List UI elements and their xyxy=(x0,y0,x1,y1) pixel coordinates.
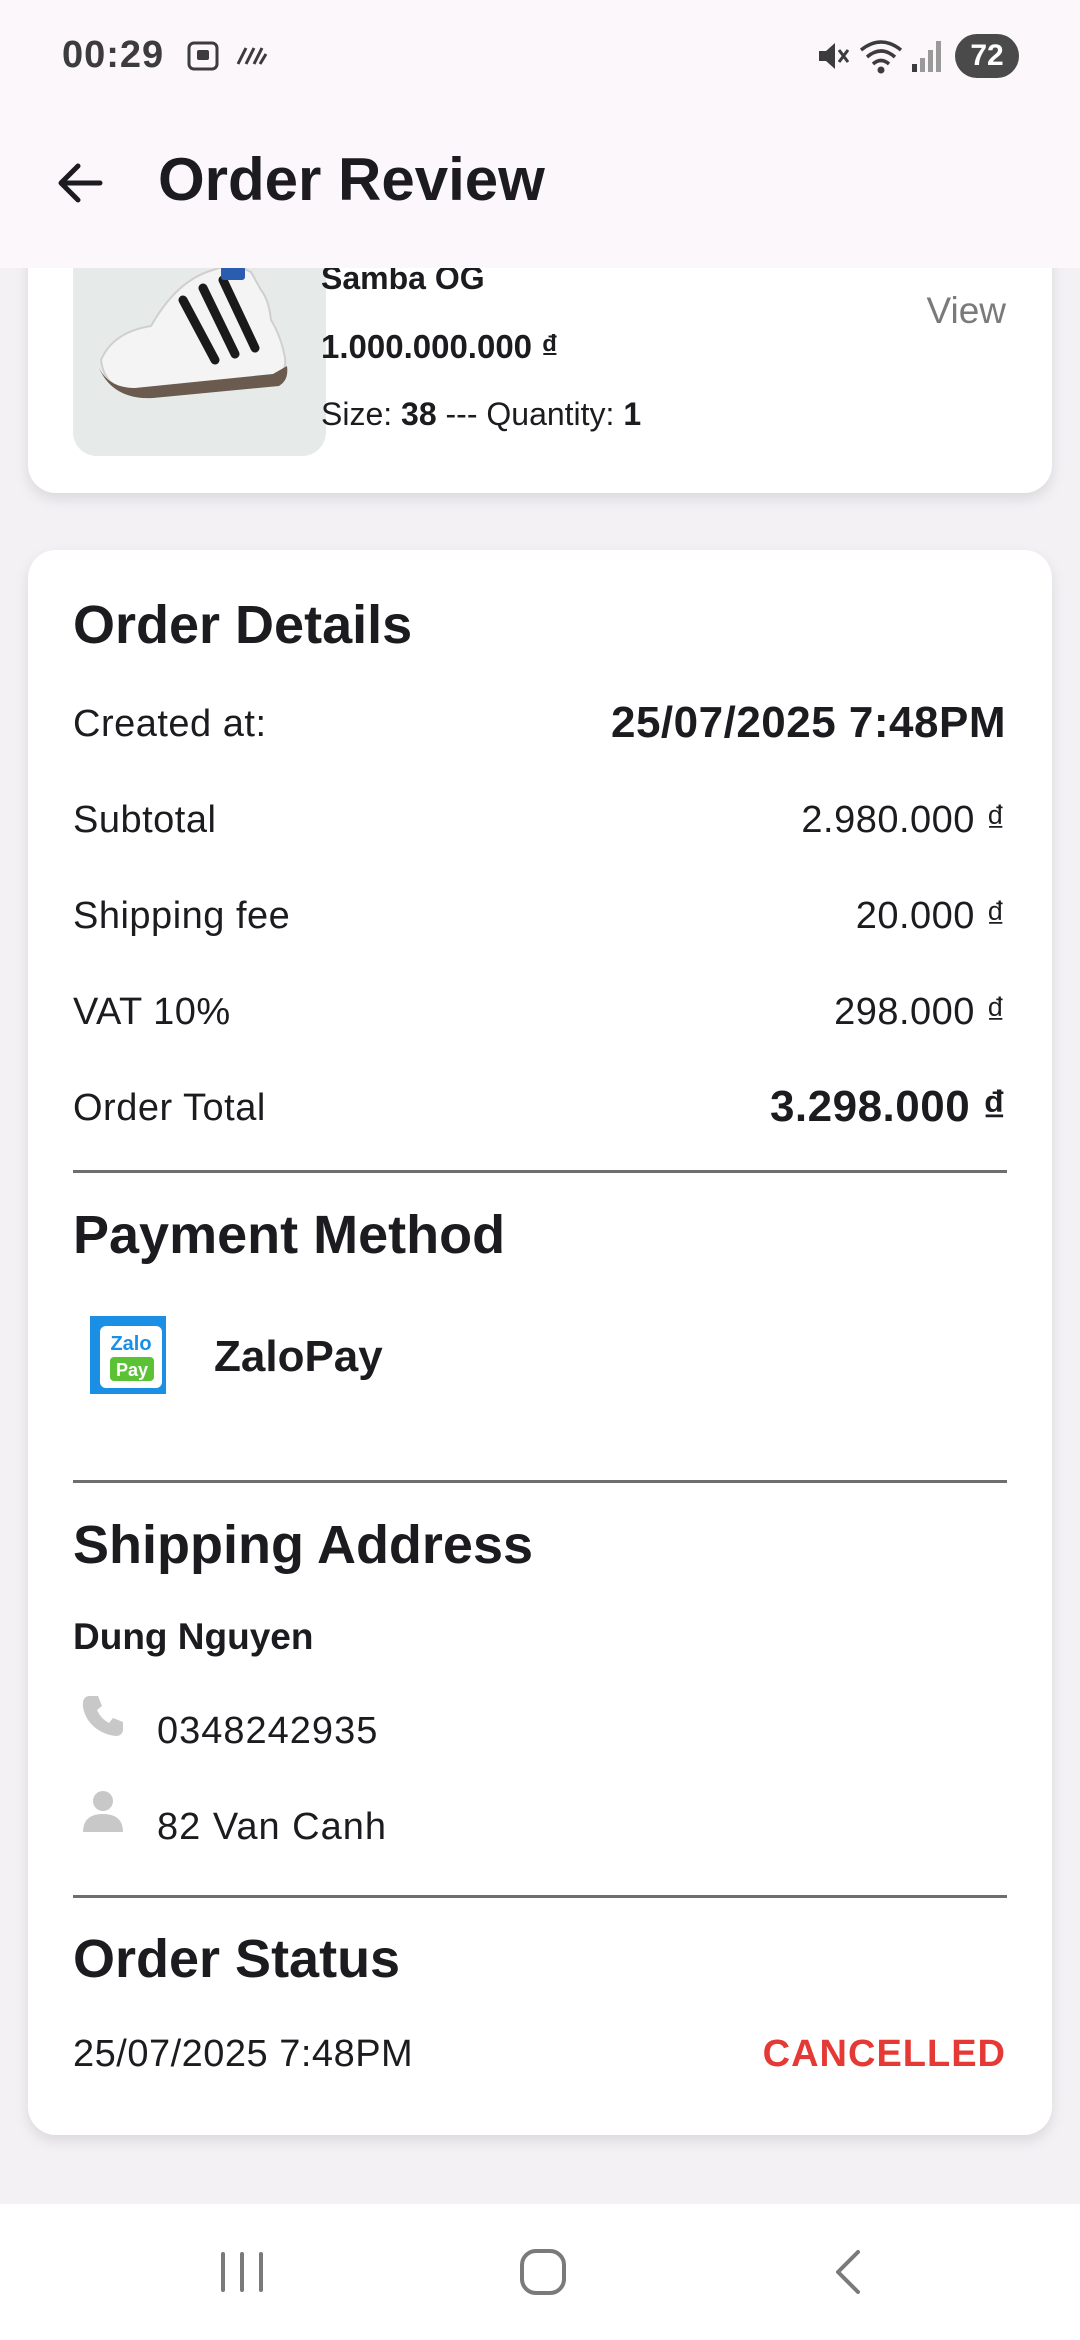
person-icon xyxy=(83,1791,123,1832)
product-price: 1.000.000.000 ₫ xyxy=(321,328,559,365)
sneaker-image xyxy=(73,240,326,456)
status-bar: 00:29 72 xyxy=(0,0,1080,115)
logo-text-top: Zalo xyxy=(110,1333,151,1355)
shipping-fee-label: Shipping fee xyxy=(73,895,291,937)
status-badge: CANCELLED xyxy=(762,2033,1006,2075)
zalopay-logo: Zalo Pay xyxy=(86,1312,170,1398)
divider xyxy=(73,1895,1007,1898)
page-title: Order Review xyxy=(158,146,545,213)
recents-icon[interactable] xyxy=(207,2240,277,2304)
created-value: 25/07/2025 7:48PM xyxy=(610,698,1006,747)
signal-icon xyxy=(912,41,941,72)
created-label: Created at: xyxy=(73,703,267,745)
screenshot-icon xyxy=(187,41,219,71)
mute-icon xyxy=(819,43,850,69)
shipping-fee-value: 20.000 ₫ xyxy=(855,895,1006,937)
quantity-label: --- Quantity: xyxy=(436,396,624,432)
phone-icon xyxy=(82,1696,123,1736)
order-status-title: Order Status xyxy=(73,1929,401,1989)
order-total-label: Order Total xyxy=(73,1087,266,1129)
view-product-link[interactable]: View xyxy=(926,290,1006,332)
recipient-name: Dung Nguyen xyxy=(73,1616,314,1657)
order-total-value: 3.298.000 ₫ xyxy=(769,1082,1006,1131)
divider xyxy=(73,1170,1007,1173)
product-image xyxy=(73,240,326,456)
vat-label: VAT 10% xyxy=(73,991,231,1033)
back-icon[interactable] xyxy=(812,2240,882,2304)
vat-value: 298.000 ₫ xyxy=(834,991,1006,1033)
battery-indicator: 72 xyxy=(955,34,1019,78)
nfc-icon xyxy=(236,47,268,65)
subtotal-label: Subtotal xyxy=(73,799,217,841)
size-value: 38 xyxy=(401,396,437,432)
size-label: Size: xyxy=(321,396,402,432)
logo-text-bottom: Pay xyxy=(116,1360,148,1380)
wifi-icon xyxy=(859,40,903,74)
subtotal-value: 2.980.000 ₫ xyxy=(801,799,1006,841)
shipping-address-title: Shipping Address xyxy=(73,1515,534,1575)
status-time: 00:29 xyxy=(62,34,165,76)
home-icon[interactable] xyxy=(508,2240,578,2304)
phone-number: 0348242935 xyxy=(157,1710,379,1752)
divider xyxy=(73,1480,1007,1483)
payment-method-title: Payment Method xyxy=(73,1205,506,1265)
payment-method-name: ZaloPay xyxy=(214,1332,383,1381)
order-details-title: Order Details xyxy=(73,595,413,655)
status-date: 25/07/2025 7:48PM xyxy=(73,2033,414,2075)
app-bar: Order Review xyxy=(0,115,1080,268)
order-details-card: Order Details Created at: 25/07/2025 7:4… xyxy=(28,550,1052,2135)
quantity-value: 1 xyxy=(623,396,642,432)
arrow-left-icon[interactable] xyxy=(48,151,112,215)
system-nav-bar xyxy=(0,2204,1080,2340)
street-address: 82 Van Canh xyxy=(157,1806,388,1848)
product-meta: Size: 38 --- Quantity: 1 xyxy=(321,396,641,433)
